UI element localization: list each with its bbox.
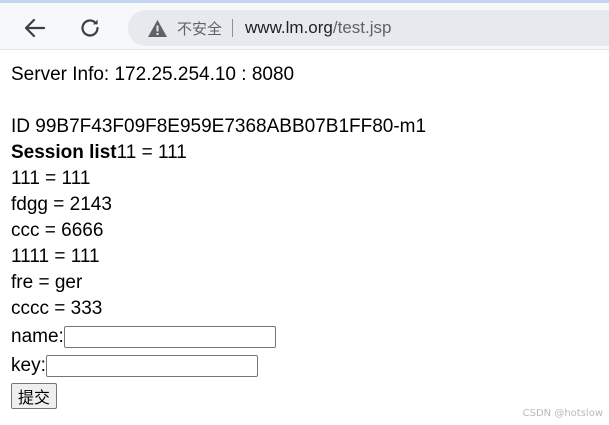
- key-row: key:: [11, 351, 426, 380]
- session-id: ID 99B7F43F09F8E959E7368ABB07B1FF80-m1: [11, 116, 427, 137]
- session-entry: cccc = 333: [11, 298, 103, 319]
- name-input[interactable]: [63, 325, 276, 348]
- name-label: name:: [11, 325, 64, 347]
- session-entry: fdgg = 2143: [11, 194, 112, 215]
- page-content: Server Info: 172.25.254.10 : 8080 ID 99B…: [11, 62, 426, 411]
- url-host: www.lm.org: [245, 18, 333, 37]
- session-entry: ccc = 6666: [11, 220, 104, 241]
- server-info: Server Info: 172.25.254.10 : 8080: [11, 64, 295, 85]
- name-row: name:: [11, 322, 426, 351]
- key-input[interactable]: [45, 354, 258, 377]
- url-path: /test.jsp: [332, 18, 392, 37]
- session-list-label: Session list: [11, 142, 117, 163]
- session-entry: 1111 = 111: [11, 246, 100, 267]
- reload-button[interactable]: [74, 12, 106, 44]
- session-list-row: Session list11 = 111: [11, 140, 426, 166]
- submit-button[interactable]: 提交: [11, 383, 58, 409]
- session-entry: 111 = 111: [11, 168, 91, 189]
- session-entry: fre = ger: [11, 272, 83, 293]
- reload-icon: [79, 17, 101, 39]
- address-bar[interactable]: 不安全 www.lm.org/test.jsp: [128, 10, 609, 46]
- arrow-left-icon: [24, 18, 46, 38]
- browser-toolbar: 不安全 www.lm.org/test.jsp: [0, 0, 609, 50]
- session-form: name: key: 提交: [11, 322, 426, 411]
- warning-triangle-icon[interactable]: [147, 19, 168, 38]
- security-status-label[interactable]: 不安全: [177, 18, 222, 39]
- address-divider: [232, 19, 234, 37]
- watermark: CSDN @hotslow: [522, 408, 603, 419]
- session-entry: 11 = 111: [116, 142, 187, 163]
- back-button[interactable]: [19, 12, 51, 44]
- key-label: key:: [11, 354, 46, 376]
